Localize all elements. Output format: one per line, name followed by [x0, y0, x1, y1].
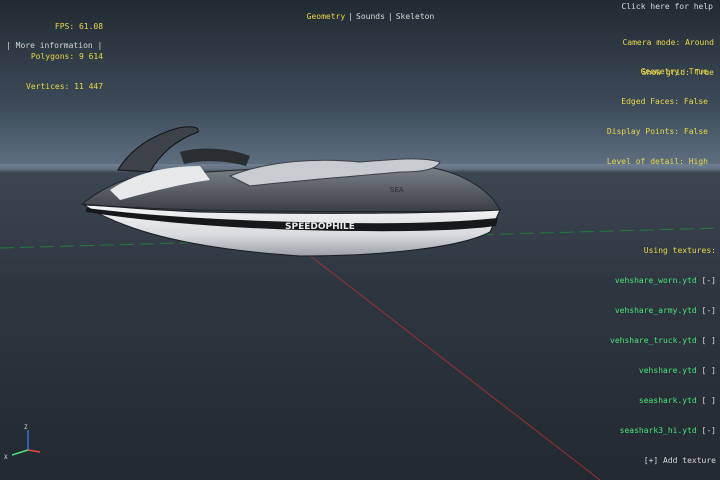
texture-name: vehshare_worn.ytd [614, 276, 697, 285]
texture-item[interactable]: vehshare_worn.ytd [-] [610, 276, 716, 286]
geometry-toggle[interactable]: Geometry: True [607, 67, 708, 77]
fps-readout: FPS: 61.08 [54, 22, 104, 31]
texture-item[interactable]: vehshare_army.ytd [-] [610, 306, 716, 316]
jetski-model[interactable]: SPEEDOPHILE SEA [80, 126, 501, 257]
tab-skeleton[interactable]: Skeleton [396, 12, 435, 21]
level-of-detail-toggle[interactable]: Level of detail: High [607, 157, 708, 167]
axis-x-label: X [4, 454, 8, 461]
texture-name: vehshare_truck.ytd [610, 336, 697, 345]
texture-toggle[interactable]: [-] [702, 306, 716, 315]
texture-name: vehshare.ytd [638, 366, 697, 375]
mode-tabs: Geometry | Sounds | Skeleton [297, 2, 435, 22]
jetski-handlebar [180, 148, 250, 166]
grid-line-z [299, 247, 601, 480]
texture-item[interactable]: seashark3_hi.ytd [-] [610, 426, 716, 436]
texture-item[interactable]: vehshare_truck.ytd [ ] [610, 336, 716, 346]
texture-toggle[interactable]: [-] [702, 276, 716, 285]
texture-toggle[interactable]: [ ] [702, 336, 716, 345]
more-information-link[interactable]: | More information | [6, 41, 102, 51]
texture-toggle[interactable]: [ ] [702, 396, 716, 405]
polygons-readout: Polygons: 9 614 [30, 52, 104, 61]
axis-z-label: Z [24, 424, 28, 431]
texture-item[interactable]: seashark.ytd [ ] [610, 396, 716, 406]
add-texture-button[interactable]: [+] Add texture [610, 456, 716, 466]
help-link[interactable]: Click here for help [621, 2, 713, 12]
tab-separator: | [387, 12, 393, 21]
stats-panel: FPS: 61.08 Polygons: 9 614 Vertices: 11 … [26, 2, 103, 102]
texture-item[interactable]: vehshare.ytd [ ] [610, 366, 716, 376]
texture-name: seashark.ytd [638, 396, 697, 405]
tab-sounds[interactable]: Sounds [356, 12, 385, 21]
edged-faces-toggle[interactable]: Edged Faces: False [607, 97, 708, 107]
tab-separator: | [348, 12, 353, 21]
texture-name: vehshare_army.ytd [614, 306, 697, 315]
display-points-toggle[interactable]: Display Points: False [607, 127, 708, 137]
vertices-readout: Vertices: 11 447 [26, 82, 104, 91]
axis-gizmo: Z X [4, 424, 41, 461]
display-panel: Geometry: True Edged Faces: False Displa… [607, 47, 708, 177]
textures-panel: Using textures: vehshare_worn.ytd [-] ve… [610, 226, 716, 476]
tab-geometry[interactable]: Geometry [307, 12, 346, 21]
textures-header: Using textures: [643, 246, 716, 255]
jetski-logo-text: SEA [390, 186, 404, 194]
jetski-brand-text: SPEEDOPHILE [285, 222, 355, 232]
texture-name: seashark3_hi.ytd [619, 426, 697, 435]
texture-toggle[interactable]: [-] [702, 426, 716, 435]
texture-toggle[interactable]: [ ] [702, 366, 716, 375]
